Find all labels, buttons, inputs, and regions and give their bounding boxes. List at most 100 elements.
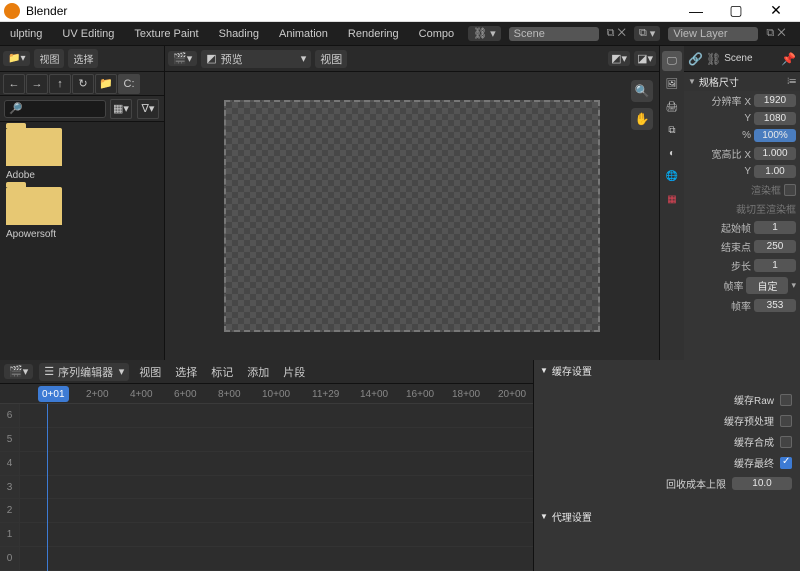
scene-field[interactable]: Scene bbox=[509, 27, 599, 41]
pan-icon[interactable]: ✋ bbox=[631, 108, 653, 130]
search-icon: 🔎 bbox=[9, 102, 23, 115]
cache-final-check[interactable] bbox=[780, 457, 792, 469]
zoom-icon[interactable]: 🔍 bbox=[631, 80, 653, 102]
fps-dropdown[interactable]: 自定 bbox=[746, 277, 788, 294]
fb-select-menu[interactable]: 选择 bbox=[68, 49, 98, 68]
tab-printer[interactable]: 🖨 bbox=[662, 97, 682, 117]
back-button[interactable]: ← bbox=[3, 74, 25, 94]
track-row[interactable] bbox=[20, 404, 533, 427]
scene-actions-icon[interactable]: ⧉ ✕ bbox=[607, 27, 626, 40]
preview-viewport[interactable]: 🔍 ✋ bbox=[165, 72, 659, 360]
seq-select-menu[interactable]: 选择 bbox=[171, 364, 201, 380]
cache-cost-input[interactable]: 10.0 bbox=[732, 477, 792, 490]
tab-view-layer[interactable]: ⧉ bbox=[662, 120, 682, 140]
preview-view-menu[interactable]: 视图 bbox=[315, 50, 347, 68]
tab-uv-editing[interactable]: UV Editing bbox=[56, 28, 120, 40]
overlay-icon[interactable]: ◪▾ bbox=[634, 51, 656, 66]
search-input[interactable]: 🔎 bbox=[4, 100, 106, 118]
tab-shading[interactable]: Shading bbox=[213, 28, 265, 40]
seq-editor-type[interactable]: 🎬▾ bbox=[4, 364, 33, 379]
aspect-y-input[interactable]: 1.00 bbox=[754, 165, 796, 178]
fb-view-menu[interactable]: 视图 bbox=[34, 49, 64, 68]
seq-mode-dropdown[interactable]: ☰序列编辑器▾ bbox=[39, 363, 129, 381]
refresh-button[interactable]: ↻ bbox=[72, 74, 94, 94]
tab-sculpting[interactable]: ulpting bbox=[4, 28, 48, 40]
tab-animation[interactable]: Animation bbox=[273, 28, 334, 40]
tab-rendering[interactable]: Rendering bbox=[342, 28, 405, 40]
ruler-tick: 10+00 bbox=[262, 384, 290, 404]
end-input[interactable]: 250 bbox=[754, 240, 796, 253]
track-row[interactable] bbox=[20, 547, 533, 570]
preview-area: 🎬▾ ◩预览▾ 视图 ◩▾ ◪▾ 🔍 ✋ bbox=[165, 46, 660, 360]
track-row[interactable] bbox=[20, 428, 533, 451]
tab-texture-paint[interactable]: Texture Paint bbox=[128, 28, 204, 40]
res-y-input[interactable]: 1080 bbox=[754, 112, 796, 125]
preview-canvas bbox=[224, 100, 600, 332]
track-row[interactable] bbox=[20, 499, 533, 522]
pct-input[interactable]: 100% bbox=[754, 129, 796, 142]
aspect-x-label: 宽高比 X bbox=[688, 146, 751, 161]
tab-texture[interactable]: ▦ bbox=[662, 189, 682, 209]
cache-preprocess-check[interactable] bbox=[780, 415, 792, 427]
track-row[interactable] bbox=[20, 476, 533, 499]
maximize-button[interactable]: ▢ bbox=[716, 0, 756, 22]
layer-browse-button[interactable]: ⧉▾ bbox=[634, 26, 660, 41]
tab-output[interactable]: 🖼 bbox=[662, 74, 682, 94]
pin-icon[interactable]: 📌 bbox=[781, 52, 796, 66]
seq-view-menu[interactable]: 视图 bbox=[135, 364, 165, 380]
drive-label[interactable]: C: bbox=[118, 74, 140, 94]
close-button[interactable]: ✕ bbox=[756, 0, 796, 22]
track-row[interactable] bbox=[20, 452, 533, 475]
editor-type-icon[interactable]: 📁▾ bbox=[3, 51, 30, 66]
seq-strip-menu[interactable]: 片段 bbox=[279, 364, 309, 380]
ruler-tick: 18+00 bbox=[452, 384, 480, 404]
folder-item[interactable]: Adobe bbox=[6, 128, 158, 181]
timeline-ruler[interactable]: 0+01 2+00 4+00 6+00 8+00 10+00 11+29 14+… bbox=[0, 384, 533, 404]
new-folder-button[interactable]: 📁 bbox=[95, 74, 117, 94]
fps-label: 帧率 bbox=[688, 278, 743, 293]
start-label: 起始帧 bbox=[688, 220, 751, 235]
ruler-tick: 14+00 bbox=[360, 384, 388, 404]
dimensions-panel-header[interactable]: ▼规格尺寸⦙☰ bbox=[684, 72, 800, 91]
forward-button[interactable]: → bbox=[26, 74, 48, 94]
track-label: 5 bbox=[0, 428, 20, 451]
res-x-input[interactable]: 1920 bbox=[754, 94, 796, 107]
layer-field[interactable]: View Layer bbox=[668, 27, 758, 41]
playhead-line[interactable] bbox=[47, 404, 48, 571]
proxy-panel-header[interactable]: ▼代理设置 bbox=[534, 506, 800, 527]
filter-button[interactable]: ∇▾ bbox=[137, 99, 159, 119]
folder-item[interactable]: Apowersoft bbox=[6, 187, 158, 240]
track-label: 6 bbox=[0, 404, 20, 427]
track-row[interactable] bbox=[20, 523, 533, 546]
browse-icon: ⛓ bbox=[473, 27, 487, 40]
display-mode-button[interactable]: ▦▾ bbox=[110, 99, 132, 119]
channels-icon[interactable]: ◩▾ bbox=[608, 51, 630, 66]
layer-actions-icon[interactable]: ⧉ ✕ bbox=[766, 27, 785, 40]
cache-raw-label: 缓存Raw bbox=[734, 392, 774, 407]
preview-editor-type[interactable]: 🎬▾ bbox=[168, 51, 197, 66]
tab-world[interactable]: 🌐 bbox=[662, 166, 682, 186]
top-menubar: ulpting UV Editing Texture Paint Shading… bbox=[0, 22, 800, 46]
playhead-frame[interactable]: 0+01 bbox=[38, 386, 69, 402]
tab-scene[interactable]: ◐ bbox=[662, 143, 682, 163]
folder-icon bbox=[6, 128, 62, 166]
cache-panel-header[interactable]: ▼缓存设置 bbox=[534, 360, 800, 381]
preview-mode-dropdown[interactable]: ◩预览▾ bbox=[201, 50, 311, 68]
layer-name: View Layer bbox=[673, 28, 727, 40]
fps2-input[interactable]: 353 bbox=[754, 299, 796, 312]
cache-composite-check[interactable] bbox=[780, 436, 792, 448]
tab-compositing[interactable]: Compo bbox=[413, 28, 460, 40]
start-input[interactable]: 1 bbox=[754, 221, 796, 234]
step-input[interactable]: 1 bbox=[754, 259, 796, 272]
minimize-button[interactable]: — bbox=[676, 0, 716, 22]
render-border-check[interactable] bbox=[784, 184, 796, 196]
seq-add-menu[interactable]: 添加 bbox=[243, 364, 273, 380]
link-icon[interactable]: 🔗 bbox=[688, 52, 703, 66]
tab-render[interactable]: 🖵 bbox=[662, 51, 682, 71]
up-button[interactable]: ↑ bbox=[49, 74, 71, 94]
cache-raw-check[interactable] bbox=[780, 394, 792, 406]
seq-marker-menu[interactable]: 标记 bbox=[207, 364, 237, 380]
sequencer-tracks[interactable]: 6 5 4 3 2 1 0 bbox=[0, 404, 533, 571]
scene-browse-button[interactable]: ⛓▾ bbox=[468, 26, 501, 41]
aspect-x-input[interactable]: 1.000 bbox=[754, 147, 796, 160]
